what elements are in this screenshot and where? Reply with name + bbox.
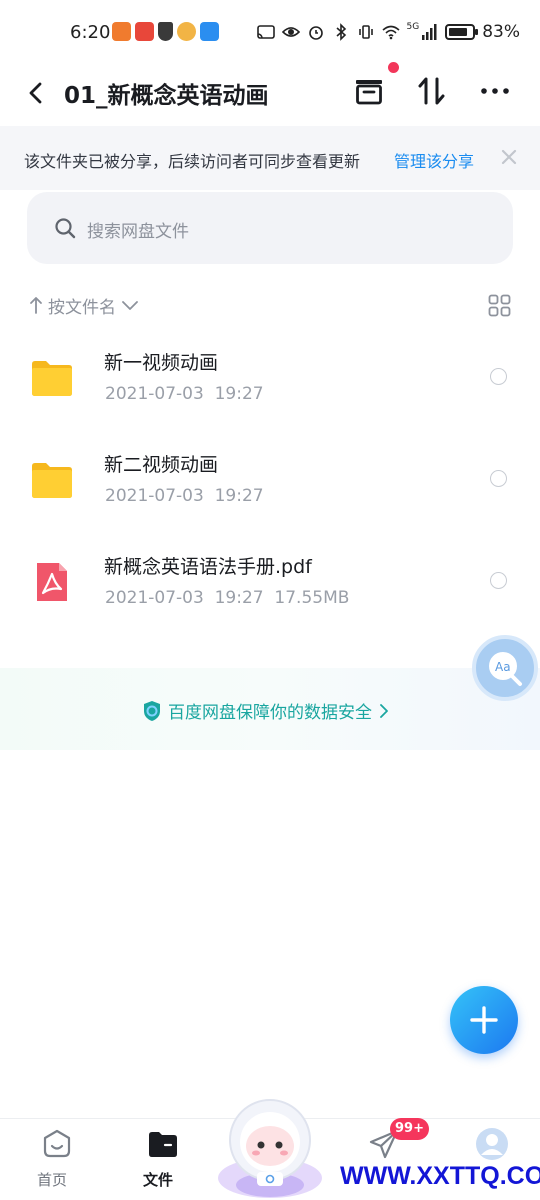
shield-check-icon bbox=[144, 700, 160, 721]
home-icon bbox=[43, 1129, 71, 1158]
folder-icon bbox=[32, 463, 72, 498]
notification-badge: 99+ bbox=[390, 1118, 429, 1140]
close-icon[interactable] bbox=[498, 146, 520, 168]
folder-icon bbox=[32, 361, 72, 396]
app-notification-icon bbox=[135, 22, 154, 41]
battery-icon bbox=[445, 24, 479, 40]
battery-level bbox=[449, 28, 468, 36]
plus-icon bbox=[470, 1006, 498, 1034]
chevron-right-icon bbox=[380, 703, 388, 718]
share-notice-text: 该文件夹已被分享，后续访问者可同步查看更新 bbox=[24, 152, 361, 171]
vibrate-icon bbox=[358, 25, 373, 39]
arrow-up-icon bbox=[30, 297, 42, 314]
search-placeholder: 搜索网盘文件 bbox=[87, 222, 189, 242]
magnifier-text-icon: Aa bbox=[489, 652, 522, 686]
svg-text:Aa: Aa bbox=[495, 660, 511, 674]
file-meta: 2021-07-03 19:27 17.55MB bbox=[105, 588, 349, 608]
manage-share-link[interactable]: 管理该分享 bbox=[394, 148, 474, 172]
wifi-icon bbox=[381, 25, 400, 40]
sort-transfer-icon[interactable] bbox=[415, 74, 449, 108]
folder-icon bbox=[149, 1132, 177, 1157]
file-list-item[interactable]: 新概念英语语法手册.pdf 2021-07-03 19:27 17.55MB bbox=[0, 540, 540, 640]
select-radio[interactable] bbox=[490, 572, 507, 589]
back-arrow-icon[interactable] bbox=[22, 78, 52, 108]
sort-label: 按文件名 bbox=[48, 297, 116, 318]
share-banner: 该文件夹已被分享，后续访问者可同步查看更新 管理该分享 bbox=[0, 126, 540, 190]
file-name: 新概念英语语法手册.pdf bbox=[104, 556, 312, 578]
status-bar: 6:20 5G 83% bbox=[0, 0, 540, 62]
shield-icon bbox=[158, 22, 173, 41]
alarm-icon bbox=[308, 26, 323, 40]
file-name: 新一视频动画 bbox=[104, 352, 219, 374]
bluetooth-icon bbox=[335, 23, 346, 41]
file-time: 19:27 bbox=[214, 486, 264, 506]
file-time: 19:27 bbox=[214, 384, 264, 404]
pdf-file-icon bbox=[37, 563, 67, 601]
nav-home-label: 首页 bbox=[36, 1171, 67, 1189]
network-label: 5G bbox=[406, 22, 420, 32]
security-text: 百度网盘保障你的数据安全 bbox=[168, 703, 372, 723]
eye-icon bbox=[281, 27, 300, 37]
search-icon bbox=[55, 218, 76, 239]
file-time: 19:27 bbox=[214, 588, 264, 608]
signal-icon bbox=[422, 24, 437, 40]
select-radio[interactable] bbox=[490, 368, 507, 385]
text-size-float-button[interactable]: Aa bbox=[472, 635, 538, 701]
file-date: 2021-07-03 bbox=[105, 588, 204, 608]
cast-icon bbox=[256, 25, 275, 39]
mascot-center-button[interactable] bbox=[215, 1090, 325, 1200]
grid-view-icon[interactable] bbox=[488, 294, 511, 317]
chevron-down-icon bbox=[122, 301, 138, 310]
file-date: 2021-07-03 bbox=[105, 486, 204, 506]
file-list-item[interactable]: 新一视频动画 2021-07-03 19:27 bbox=[0, 336, 540, 436]
file-date: 2021-07-03 bbox=[105, 384, 204, 404]
status-app-icons bbox=[112, 22, 219, 41]
app-notification-icon bbox=[200, 22, 219, 41]
file-name: 新二视频动画 bbox=[104, 454, 219, 476]
file-size: 17.55MB bbox=[274, 588, 350, 608]
sort-selector[interactable]: 按文件名 bbox=[28, 292, 140, 318]
file-meta: 2021-07-03 19:27 bbox=[105, 384, 264, 404]
battery-percent: 83% bbox=[482, 22, 520, 42]
file-list-item[interactable]: 新二视频动画 2021-07-03 19:27 bbox=[0, 438, 540, 538]
add-button[interactable] bbox=[450, 986, 518, 1054]
app-notification-icon bbox=[112, 22, 131, 41]
search-input[interactable]: 搜索网盘文件 bbox=[27, 192, 513, 264]
status-time: 6:20 bbox=[70, 22, 111, 43]
file-meta: 2021-07-03 19:27 bbox=[105, 486, 264, 506]
nav-files[interactable]: 文件 bbox=[113, 1119, 203, 1200]
watermark: WWW.XXTTQ.COM bbox=[340, 1162, 540, 1190]
nav-home[interactable]: 首页 bbox=[7, 1119, 97, 1200]
status-indicators: 5G 83% bbox=[256, 22, 520, 42]
cloud-transfer-box-icon[interactable] bbox=[352, 74, 386, 108]
avatar-icon bbox=[476, 1128, 508, 1160]
title-bar: 01_新概念英语动画 bbox=[0, 62, 540, 124]
app-notification-icon bbox=[177, 22, 196, 41]
notification-dot bbox=[388, 62, 399, 73]
more-options-icon[interactable] bbox=[478, 74, 512, 108]
security-notice[interactable]: 百度网盘保障你的数据安全 bbox=[142, 698, 390, 723]
nav-files-label: 文件 bbox=[142, 1171, 173, 1189]
select-radio[interactable] bbox=[490, 470, 507, 487]
page-title: 01_新概念英语动画 bbox=[64, 83, 269, 109]
